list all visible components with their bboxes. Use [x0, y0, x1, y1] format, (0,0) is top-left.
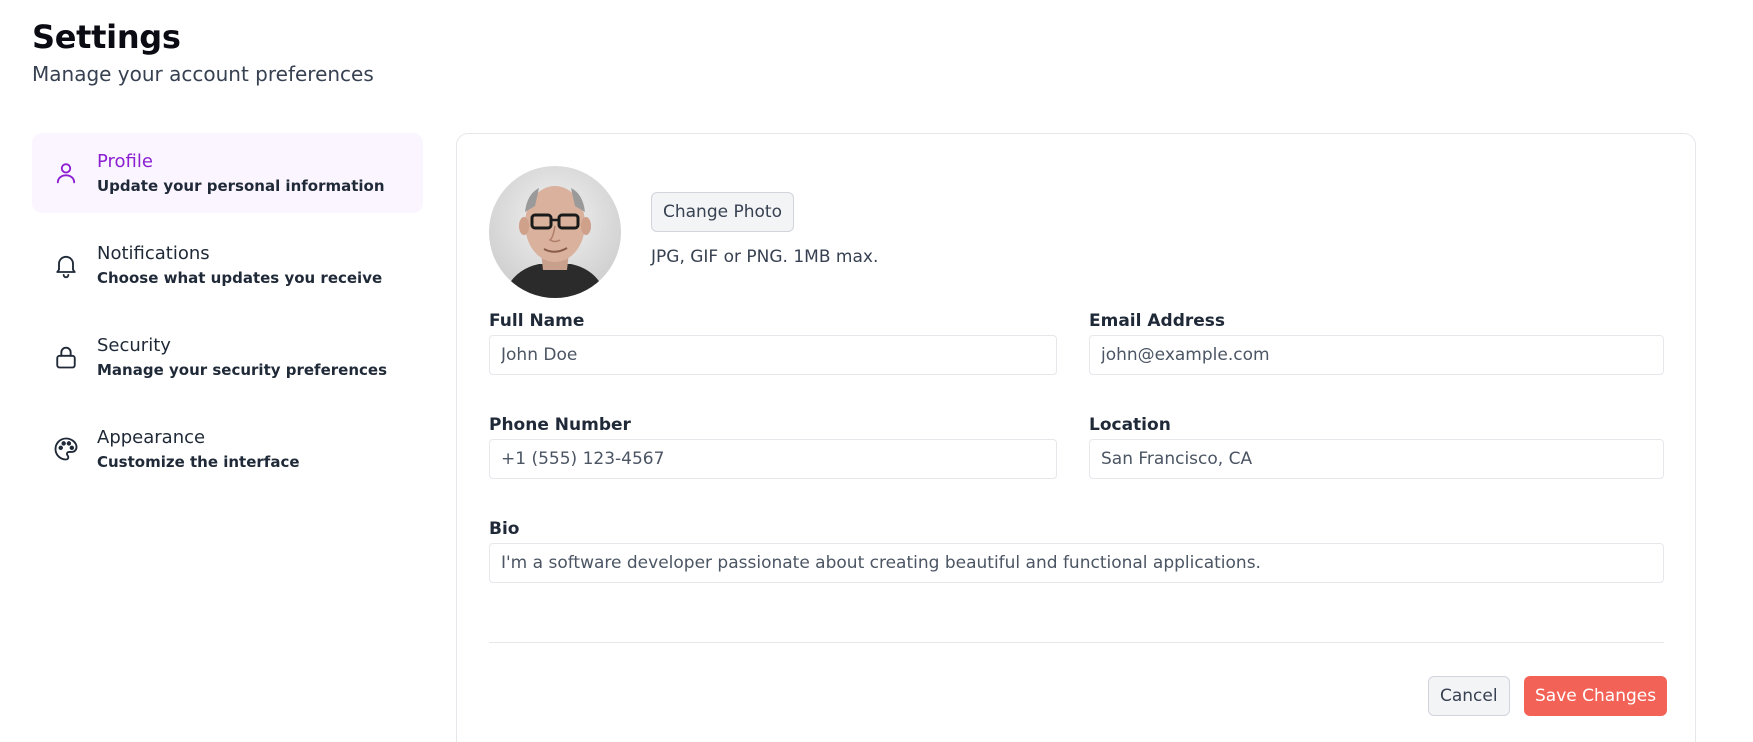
sidebar-item-description: Choose what updates you receive: [97, 269, 383, 287]
full-name-field[interactable]: [489, 335, 1057, 375]
sidebar-item-appearance[interactable]: Appearance Customize the interface: [32, 409, 423, 489]
email-field[interactable]: [1089, 335, 1664, 375]
change-photo-button[interactable]: Change Photo: [651, 192, 794, 232]
profile-panel: Change Photo JPG, GIF or PNG. 1MB max. F…: [456, 133, 1696, 742]
avatar: [489, 166, 621, 298]
sidebar-item-security[interactable]: Security Manage your security preference…: [32, 317, 423, 397]
location-field[interactable]: [1089, 439, 1664, 479]
form-divider: [489, 642, 1664, 643]
palette-icon: [52, 435, 80, 463]
user-icon: [52, 159, 80, 187]
settings-page: Settings Manage your account preferences…: [0, 0, 1753, 742]
full-name-label: Full Name: [489, 311, 585, 331]
save-changes-button[interactable]: Save Changes: [1524, 676, 1668, 716]
sidebar-item-description: Update your personal information: [97, 177, 385, 195]
cancel-button[interactable]: Cancel: [1428, 676, 1510, 716]
sidebar-item-label: Appearance: [97, 427, 206, 448]
settings-sidebar: Profile Update your personal information…: [32, 133, 423, 501]
sidebar-item-label: Profile: [97, 151, 153, 172]
bio-field[interactable]: [489, 543, 1664, 583]
email-label: Email Address: [1089, 311, 1226, 331]
page-subtitle: Manage your account preferences: [32, 62, 374, 86]
bell-icon: [52, 251, 80, 279]
sidebar-item-profile[interactable]: Profile Update your personal information: [32, 133, 423, 213]
sidebar-item-description: Manage your security preferences: [97, 361, 387, 379]
sidebar-item-label: Security: [97, 335, 171, 356]
phone-field[interactable]: [489, 439, 1057, 479]
photo-format-hint: JPG, GIF or PNG. 1MB max.: [651, 247, 879, 267]
sidebar-item-label: Notifications: [97, 243, 210, 264]
page-title: Settings: [32, 18, 181, 56]
bio-label: Bio: [489, 519, 520, 539]
sidebar-item-description: Customize the interface: [97, 453, 300, 471]
lock-icon: [52, 343, 80, 371]
phone-label: Phone Number: [489, 415, 631, 435]
location-label: Location: [1089, 415, 1171, 435]
sidebar-item-notifications[interactable]: Notifications Choose what updates you re…: [32, 225, 423, 305]
